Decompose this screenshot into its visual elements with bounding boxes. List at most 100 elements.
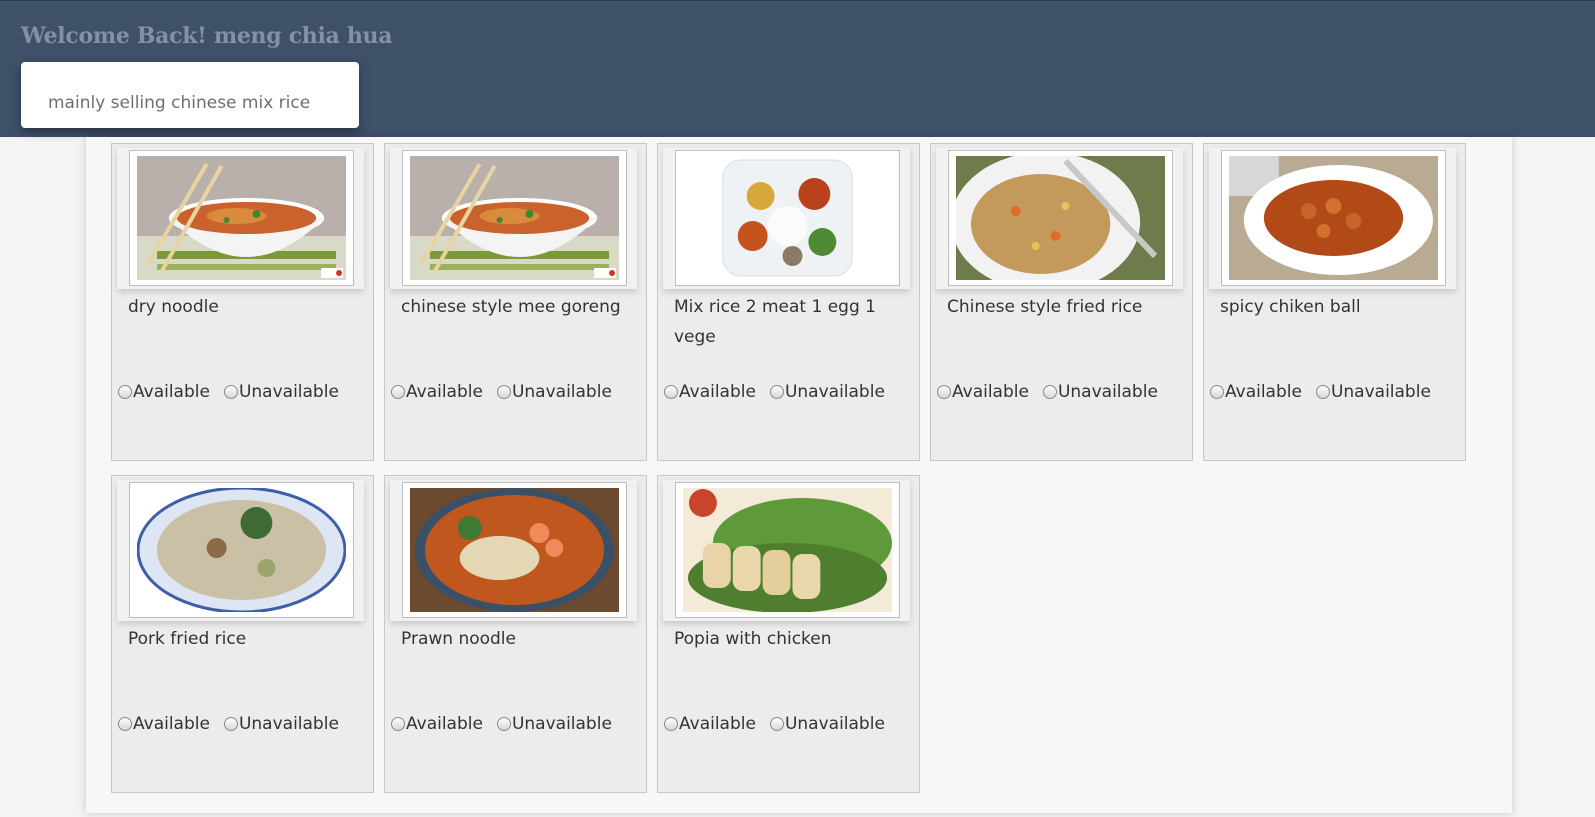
dish-name: Prawn noodle [401, 629, 516, 649]
dish-name: chinese style mee goreng [401, 297, 621, 317]
available-label: Available [133, 382, 210, 402]
unavailable-label: Unavailable [238, 714, 339, 734]
dish-photo [402, 150, 627, 286]
unavailable-radio[interactable] [1315, 385, 1330, 399]
menu-item-card: dry noodle Available Unavailable [111, 143, 374, 461]
dish-photo [675, 482, 900, 618]
dish-image [410, 488, 619, 612]
available-label: Available [679, 714, 756, 734]
availability-options: Available Unavailable [664, 714, 916, 734]
available-radio[interactable] [391, 717, 405, 731]
unavailable-label: Unavailable [511, 714, 612, 734]
available-option[interactable]: Available [391, 382, 483, 402]
dish-image [137, 488, 346, 612]
available-radio[interactable] [118, 385, 132, 399]
dish-name: Popia with chicken [674, 629, 832, 649]
availability-options: Available Unavailable [391, 714, 643, 734]
available-radio[interactable] [937, 385, 951, 399]
availability-options: Available Unavailable [118, 714, 370, 734]
available-option[interactable]: Available [118, 714, 210, 734]
dish-photo [1221, 150, 1446, 286]
available-option[interactable]: Available [1210, 382, 1302, 402]
dish-name: Chinese style fried rice [947, 297, 1143, 317]
unavailable-radio[interactable] [223, 717, 238, 731]
menu-item-card: Popia with chicken Available Unavailable [657, 475, 920, 793]
available-label: Available [1225, 382, 1302, 402]
dish-name: spicy chiken ball [1220, 297, 1361, 317]
available-radio[interactable] [391, 385, 405, 399]
menu-item-card: Prawn noodle Available Unavailable [384, 475, 647, 793]
unavailable-option[interactable]: Unavailable [496, 714, 612, 734]
unavailable-option[interactable]: Unavailable [1315, 382, 1431, 402]
unavailable-radio[interactable] [496, 717, 511, 731]
store-description-card: mainly selling chinese mix rice [21, 62, 359, 128]
available-label: Available [679, 382, 756, 402]
dish-name: dry noodle [128, 297, 219, 317]
unavailable-radio[interactable] [223, 385, 238, 399]
availability-options: Available Unavailable [118, 382, 370, 402]
dish-image [1229, 156, 1438, 280]
available-label: Available [406, 714, 483, 734]
menu-item-card: Mix rice 2 meat 1 egg 1 vege Available U… [657, 143, 920, 461]
unavailable-label: Unavailable [511, 382, 612, 402]
available-radio[interactable] [118, 717, 132, 731]
available-label: Available [133, 714, 210, 734]
header-bar: Welcome Back! meng chia hua mainly selli… [0, 0, 1595, 137]
dish-photo [402, 482, 627, 618]
dish-photo-frame [1209, 148, 1456, 289]
dish-name: Pork fried rice [128, 629, 247, 649]
dish-image [683, 156, 892, 280]
dish-image [956, 156, 1165, 280]
dish-image [137, 156, 346, 280]
dish-name: Mix rice 2 meat 1 egg 1 vege [674, 297, 876, 347]
available-option[interactable]: Available [391, 714, 483, 734]
dish-photo-frame [390, 480, 637, 621]
availability-options: Available Unavailable [391, 382, 643, 402]
availability-options: Available Unavailable [1210, 382, 1462, 402]
availability-options: Available Unavailable [937, 382, 1189, 402]
dish-photo [675, 150, 900, 286]
unavailable-radio[interactable] [769, 385, 784, 399]
dish-photo [129, 482, 354, 618]
dish-photo [129, 150, 354, 286]
dish-photo-frame [663, 148, 910, 289]
available-option[interactable]: Available [664, 714, 756, 734]
available-radio[interactable] [664, 717, 678, 731]
available-radio[interactable] [664, 385, 678, 399]
dish-photo-frame [117, 148, 364, 289]
unavailable-label: Unavailable [1330, 382, 1431, 402]
unavailable-radio[interactable] [1042, 385, 1057, 399]
unavailable-label: Unavailable [784, 382, 885, 402]
unavailable-option[interactable]: Unavailable [496, 382, 612, 402]
unavailable-label: Unavailable [784, 714, 885, 734]
availability-options: Available Unavailable [664, 382, 916, 402]
welcome-title: Welcome Back! meng chia hua [21, 23, 393, 49]
available-label: Available [952, 382, 1029, 402]
dish-photo [948, 150, 1173, 286]
menu-item-card: spicy chiken ball Available Unavailable [1203, 143, 1466, 461]
dish-photo-frame [663, 480, 910, 621]
available-option[interactable]: Available [937, 382, 1029, 402]
unavailable-label: Unavailable [238, 382, 339, 402]
menu-item-card: Pork fried rice Available Unavailable [111, 475, 374, 793]
dish-photo-frame [117, 480, 364, 621]
available-option[interactable]: Available [664, 382, 756, 402]
dish-image [410, 156, 619, 280]
unavailable-option[interactable]: Unavailable [769, 714, 885, 734]
available-label: Available [406, 382, 483, 402]
unavailable-radio[interactable] [769, 717, 784, 731]
available-radio[interactable] [1210, 385, 1224, 399]
unavailable-option[interactable]: Unavailable [769, 382, 885, 402]
menu-item-card: Chinese style fried rice Available Unava… [930, 143, 1193, 461]
unavailable-radio[interactable] [496, 385, 511, 399]
menu-item-card: chinese style mee goreng Available Unava… [384, 143, 647, 461]
unavailable-option[interactable]: Unavailable [1042, 382, 1158, 402]
available-option[interactable]: Available [118, 382, 210, 402]
store-description: mainly selling chinese mix rice [48, 93, 311, 113]
dish-photo-frame [390, 148, 637, 289]
unavailable-option[interactable]: Unavailable [223, 714, 339, 734]
unavailable-label: Unavailable [1057, 382, 1158, 402]
dish-image [683, 488, 892, 612]
unavailable-option[interactable]: Unavailable [223, 382, 339, 402]
dish-photo-frame [936, 148, 1183, 289]
